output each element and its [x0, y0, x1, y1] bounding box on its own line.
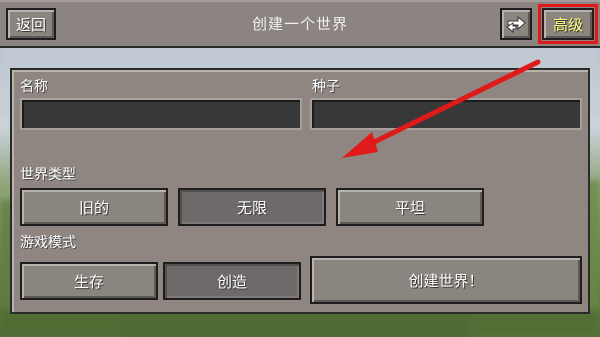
- arrows-swap-icon: [506, 15, 526, 34]
- world-type-flat-button[interactable]: 平坦: [336, 188, 484, 226]
- name-field[interactable]: [20, 98, 302, 130]
- world-type-label: 世界类型: [20, 167, 76, 183]
- game-mode-survival-button[interactable]: 生存: [20, 262, 158, 300]
- game-mode-label: 游戏模式: [20, 235, 76, 251]
- game-mode-creative-button[interactable]: 创造: [163, 262, 301, 300]
- create-world-panel: 名称 种子 世界类型 旧的 无限 平坦 游戏模式 生存 创造 创建世界！: [10, 68, 590, 314]
- world-type-infinite-button[interactable]: 无限: [178, 188, 326, 226]
- name-label: 名称: [20, 79, 48, 95]
- world-type-old-button[interactable]: 旧的: [20, 188, 168, 226]
- swap-button[interactable]: [500, 8, 532, 40]
- advanced-button-highlight: [538, 4, 598, 44]
- back-button[interactable]: 返回: [6, 8, 56, 40]
- seed-label: 种子: [312, 79, 340, 95]
- background-terrain-bottom: [0, 310, 600, 337]
- top-bar: 返回 创建一个世界 高级: [0, 0, 600, 48]
- page-title: 创建一个世界: [251, 14, 348, 33]
- create-world-button[interactable]: 创建世界！: [310, 256, 582, 304]
- seed-field[interactable]: [310, 98, 582, 130]
